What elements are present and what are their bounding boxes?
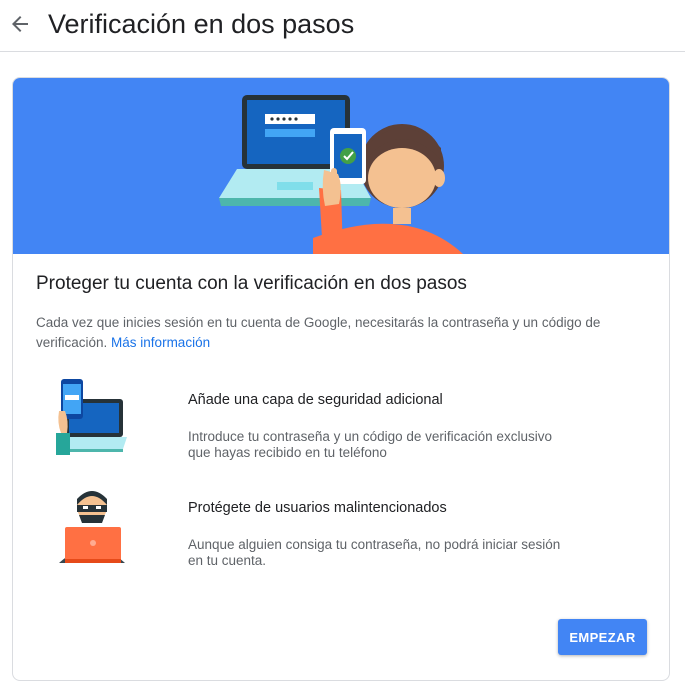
page-title: Verificación en dos pasos (48, 9, 355, 39)
feature-description: Introduce tu contraseña y un código de v… (188, 429, 552, 460)
app-header: Verificación en dos pasos (0, 0, 685, 52)
feature-description: Aunque alguien consiga tu contraseña, no… (188, 537, 561, 568)
arrow-back-icon (12, 16, 28, 32)
back-button[interactable] (8, 12, 32, 36)
laptop-phone-verification-illustration (219, 95, 463, 254)
hero-banner (13, 78, 669, 254)
start-button[interactable]: EMPEZAR (558, 619, 647, 655)
phone-laptop-security-icon (56, 379, 127, 455)
card-title: Proteger tu cuenta con la verificación e… (36, 273, 467, 294)
feature-title: Añade una capa de seguridad adicional (188, 392, 443, 408)
learn-more-link[interactable]: Más información (111, 335, 210, 350)
two-step-card: Proteger tu cuenta con la verificación e… (12, 77, 670, 681)
feature-title: Protégete de usuarios malintencionados (188, 500, 447, 516)
card-description: Cada vez que inicies sesión en tu cuenta… (36, 313, 636, 353)
hacker-icon (59, 491, 125, 563)
